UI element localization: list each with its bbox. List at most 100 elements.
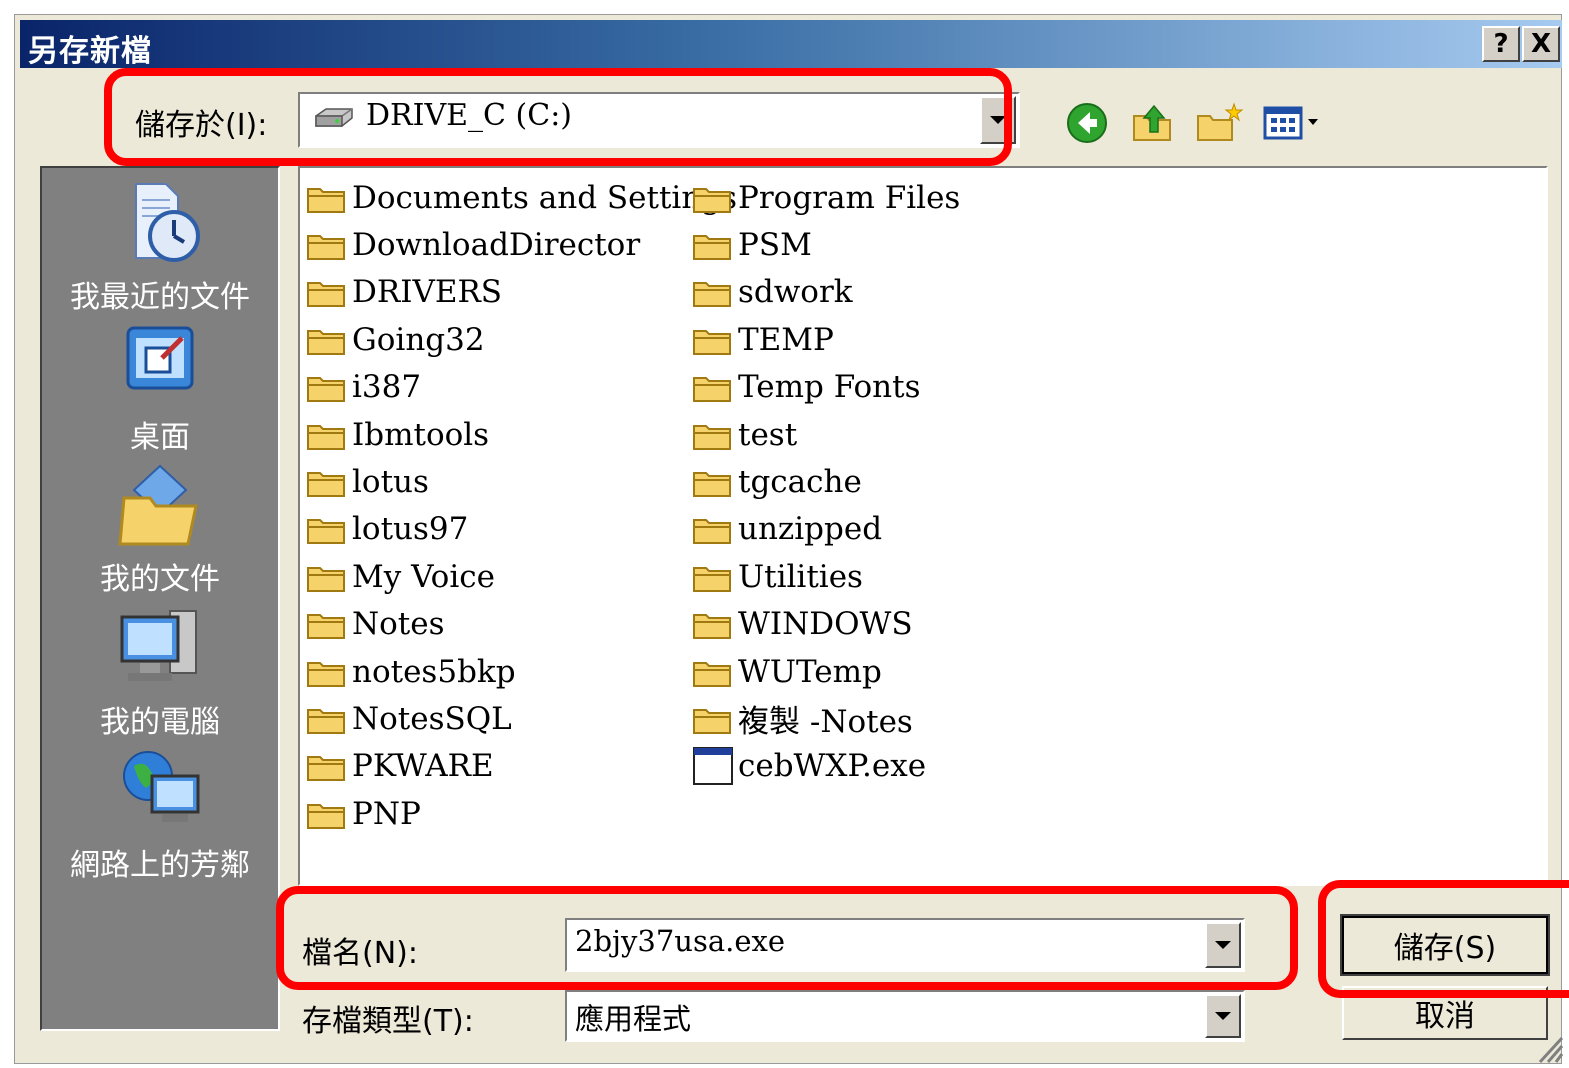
close-button[interactable]: X (1522, 26, 1560, 62)
places-bar: 我最近的文件 桌面 我的文件 我的電腦 網路上的芳鄰 (40, 166, 280, 1031)
place-label: 桌面 (130, 420, 190, 455)
place-label: 我的文件 (100, 562, 220, 597)
up-folder-icon[interactable] (1130, 100, 1176, 146)
filetype-dropdown-button[interactable] (1205, 994, 1241, 1038)
file-list-item[interactable]: tgcache (692, 458, 960, 505)
folder-icon (307, 519, 345, 545)
file-list-item[interactable]: PKWARE (306, 743, 737, 790)
file-name: NotesSQL (352, 700, 512, 737)
view-menu-icon[interactable] (1262, 100, 1324, 146)
file-name: Temp Fonts (738, 369, 921, 406)
file-list-item[interactable]: My Voice (306, 553, 737, 600)
file-name: 複製 -Notes (738, 704, 913, 741)
cancel-button[interactable]: 取消 (1342, 986, 1548, 1040)
desktop-icon (126, 326, 194, 390)
file-list-item[interactable]: DRIVERS (306, 269, 737, 316)
executable-icon (693, 747, 733, 786)
folder-icon (693, 235, 731, 261)
filetype-combobox[interactable]: 應用程式 (565, 990, 1245, 1042)
filetype-value: 應用程式 (575, 1002, 692, 1036)
filetype-label: 存檔類型(T): (302, 1004, 474, 1039)
file-name: DownloadDirector (352, 227, 641, 264)
filename-combobox[interactable]: 2bjy37usa.exe (565, 918, 1245, 972)
file-list-item[interactable]: TEMP (692, 316, 960, 363)
file-list-item[interactable]: unzipped (692, 506, 960, 553)
folder-icon (693, 566, 731, 592)
file-name: sdwork (738, 274, 853, 311)
place-desktop[interactable]: 桌面 (42, 318, 278, 456)
file-list-item[interactable]: NotesSQL (306, 695, 737, 742)
file-list-item[interactable]: DownloadDirector (306, 221, 737, 268)
file-list-item[interactable]: Program Files (692, 174, 960, 221)
file-name: Notes (352, 606, 445, 643)
file-name: Going32 (352, 321, 485, 358)
file-list-item[interactable]: notes5bkp (306, 648, 737, 695)
file-list-item[interactable]: Utilities (692, 553, 960, 600)
place-recent-documents[interactable]: 我最近的文件 (42, 178, 278, 316)
file-name: Documents and Settings (352, 179, 738, 216)
recent-documents-icon (135, 183, 200, 262)
file-list-item[interactable]: PNP (306, 790, 737, 837)
file-list-item[interactable]: lotus97 (306, 506, 737, 553)
my-documents-icon (118, 464, 198, 546)
file-name: PNP (352, 795, 421, 832)
file-list-item[interactable]: 複製 -Notes (692, 695, 960, 742)
window-title: 另存新檔 (28, 34, 152, 69)
place-network[interactable]: 網路上的芳鄰 (42, 746, 278, 884)
filename-input[interactable]: 2bjy37usa.exe (575, 924, 785, 958)
save-in-dropdown-button[interactable] (980, 96, 1016, 144)
my-computer-icon (120, 610, 197, 681)
save-button[interactable]: 儲存(S) (1340, 914, 1550, 976)
folder-icon (307, 708, 345, 734)
file-list-item[interactable]: sdwork (692, 269, 960, 316)
back-icon[interactable] (1064, 100, 1110, 146)
file-list-item[interactable]: lotus (306, 458, 737, 505)
folder-icon (307, 614, 345, 640)
drive-icon (315, 108, 353, 127)
filename-dropdown-button[interactable] (1205, 922, 1241, 968)
folder-icon (307, 282, 345, 308)
file-list-item[interactable]: Notes (306, 601, 737, 648)
save-in-value: DRIVE_C (C:) (366, 98, 573, 133)
file-list-item[interactable]: Ibmtools (306, 411, 737, 458)
file-list[interactable]: Documents and Settings DownloadDirector DR… (298, 166, 1548, 886)
place-label: 我最近的文件 (70, 280, 250, 315)
new-folder-icon[interactable] (1194, 100, 1244, 146)
title-bar: 另存新檔 ? X (20, 20, 1562, 69)
folder-icon (693, 187, 731, 213)
folder-icon (693, 472, 731, 498)
file-list-item[interactable]: cebWXP.exe (692, 743, 960, 790)
file-name: PKWARE (352, 748, 494, 785)
folder-icon (307, 472, 345, 498)
folder-icon (307, 756, 345, 782)
network-places-icon (123, 751, 200, 822)
file-name: lotus97 (352, 511, 469, 548)
place-my-documents[interactable]: 我的文件 (42, 460, 278, 598)
file-list-item[interactable]: WUTemp (692, 648, 960, 695)
file-name: WINDOWS (738, 606, 913, 643)
folder-icon (307, 661, 345, 687)
file-list-item[interactable]: test (692, 411, 960, 458)
file-list-item[interactable]: Temp Fonts (692, 364, 960, 411)
file-name: WUTemp (738, 653, 882, 690)
file-list-item[interactable]: Going32 (306, 316, 737, 363)
file-name: Program Files (738, 179, 961, 216)
file-list-item[interactable]: i387 (306, 364, 737, 411)
file-list-item[interactable]: Documents and Settings (306, 174, 737, 221)
file-name: Utilities (738, 558, 863, 595)
file-column-1: Documents and Settings DownloadDirector DR… (306, 174, 737, 837)
place-my-computer[interactable]: 我的電腦 (42, 603, 278, 741)
file-name: tgcache (738, 464, 862, 501)
help-button[interactable]: ? (1482, 26, 1520, 62)
resize-grip-icon[interactable] (1534, 1030, 1564, 1064)
file-list-item[interactable]: PSM (692, 221, 960, 268)
save-in-combobox[interactable]: DRIVE_C (C:) (298, 92, 1020, 148)
place-label: 網路上的芳鄰 (70, 848, 250, 883)
folder-icon (307, 803, 345, 829)
file-name: DRIVERS (352, 274, 503, 311)
filename-label: 檔名(N): (302, 936, 418, 971)
folder-icon (693, 661, 731, 687)
folder-icon (693, 377, 731, 403)
file-list-item[interactable]: WINDOWS (692, 601, 960, 648)
folder-icon (693, 614, 731, 640)
